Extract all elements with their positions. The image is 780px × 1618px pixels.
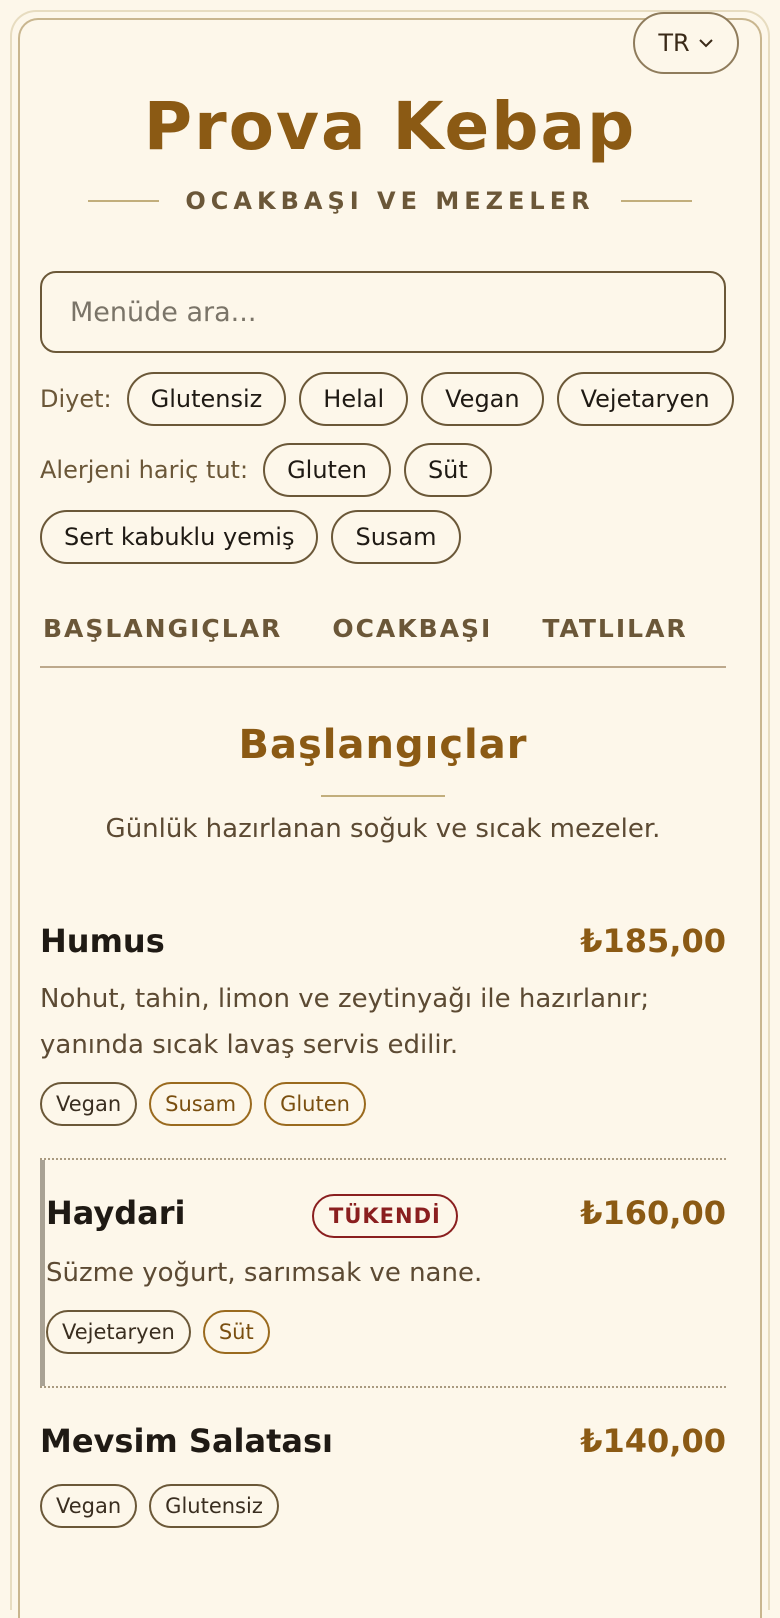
allergen-chip-gluten[interactable]: Gluten <box>263 443 391 497</box>
diet-chip-vegan[interactable]: Vegan <box>421 372 544 426</box>
tagline-divider-right <box>620 200 693 202</box>
section-description: Günlük hazırlanan soğuk ve sıcak mezeler… <box>105 814 661 844</box>
item-name: Haydari <box>46 1194 186 1232</box>
diet-chip-vejetaryen[interactable]: Vejetaryen <box>556 372 734 426</box>
language-code: TR <box>658 29 690 57</box>
tagline: OCAKBAŞI VE MEZELER <box>185 187 595 215</box>
soldout-indicator-bar <box>40 1160 45 1386</box>
item-description: Süzme yoğurt, sarımsak ve nane. <box>46 1258 483 1288</box>
allergen-chip-nuts[interactable]: Sert kabuklu yemiş <box>40 510 319 564</box>
item-price: ₺160,00 <box>580 1194 726 1232</box>
item-separator <box>40 1158 726 1160</box>
item-tags: Vejetaryen Süt <box>46 1310 270 1354</box>
tagline-row: OCAKBAŞI VE MEZELER <box>88 186 693 216</box>
menu-search-input[interactable] <box>40 271 726 353</box>
section-divider <box>321 795 445 797</box>
allergen-tag: Gluten <box>264 1082 366 1126</box>
diet-filter-label: Diyet: <box>40 385 112 413</box>
allergen-filter-row: Alerjeni hariç tut: Gluten Süt <box>40 443 492 497</box>
language-selector[interactable]: TR <box>633 12 739 74</box>
item-name: Humus <box>40 922 165 960</box>
restaurant-title: Prova Kebap <box>143 88 637 165</box>
tagline-divider-left <box>88 200 160 202</box>
allergen-chip-susam[interactable]: Susam <box>331 510 461 564</box>
allergen-filter-label: Alerjeni hariç tut: <box>40 456 249 484</box>
menu-item-soldout[interactable]: Haydari TÜKENDİ ₺160,00 Süzme yoğurt, sa… <box>46 1194 726 1364</box>
tab-ocakbasi[interactable]: OCAKBAŞI <box>332 604 492 652</box>
tab-baslangiclar[interactable]: BAŞLANGIÇLAR <box>43 604 282 652</box>
allergen-tag: Susam <box>149 1082 253 1126</box>
allergen-filter-row-2: Sert kabuklu yemiş Susam <box>40 510 461 564</box>
soldout-badge: TÜKENDİ <box>312 1194 458 1238</box>
menu-content: TR Prova Kebap OCAKBAŞI VE MEZELER Diyet… <box>40 0 740 1600</box>
tab-tatlilar[interactable]: TATLILAR <box>542 604 687 652</box>
diet-tag: Vegan <box>40 1082 138 1126</box>
allergen-chip-sut[interactable]: Süt <box>403 443 492 497</box>
allergen-tag: Süt <box>202 1310 270 1354</box>
item-price: ₺140,00 <box>580 1422 726 1460</box>
item-name: Mevsim Salatası <box>40 1422 334 1460</box>
item-description-line-2: yanında sıcak lavaş servis edilir. <box>40 1030 459 1060</box>
section-title: Başlangıçlar <box>238 722 528 768</box>
menu-item[interactable]: Humus ₺185,00 Nohut, tahin, limon ve zey… <box>40 922 726 1132</box>
category-tabs: BAŞLANGIÇLAR OCAKBAŞI TATLILAR <box>40 604 726 668</box>
diet-tag: Glutensiz <box>149 1484 279 1528</box>
diet-filter-row: Diyet: Glutensiz Helal Vegan Vejetaryen <box>40 372 734 426</box>
chevron-down-icon <box>698 39 713 48</box>
diet-chip-helal[interactable]: Helal <box>299 372 409 426</box>
diet-tag: Vejetaryen <box>46 1310 191 1354</box>
item-separator <box>40 1386 726 1388</box>
item-tags: Vegan Glutensiz <box>40 1484 279 1528</box>
item-description-line-1: Nohut, tahin, limon ve zeytinyağı ile ha… <box>40 984 650 1014</box>
item-tags: Vegan Susam Gluten <box>40 1082 366 1126</box>
diet-tag: Vegan <box>40 1484 138 1528</box>
diet-chip-glutensiz[interactable]: Glutensiz <box>126 372 287 426</box>
menu-item[interactable]: Mevsim Salatası ₺140,00 Vegan Glutensiz <box>40 1422 726 1542</box>
item-price: ₺185,00 <box>580 922 726 960</box>
